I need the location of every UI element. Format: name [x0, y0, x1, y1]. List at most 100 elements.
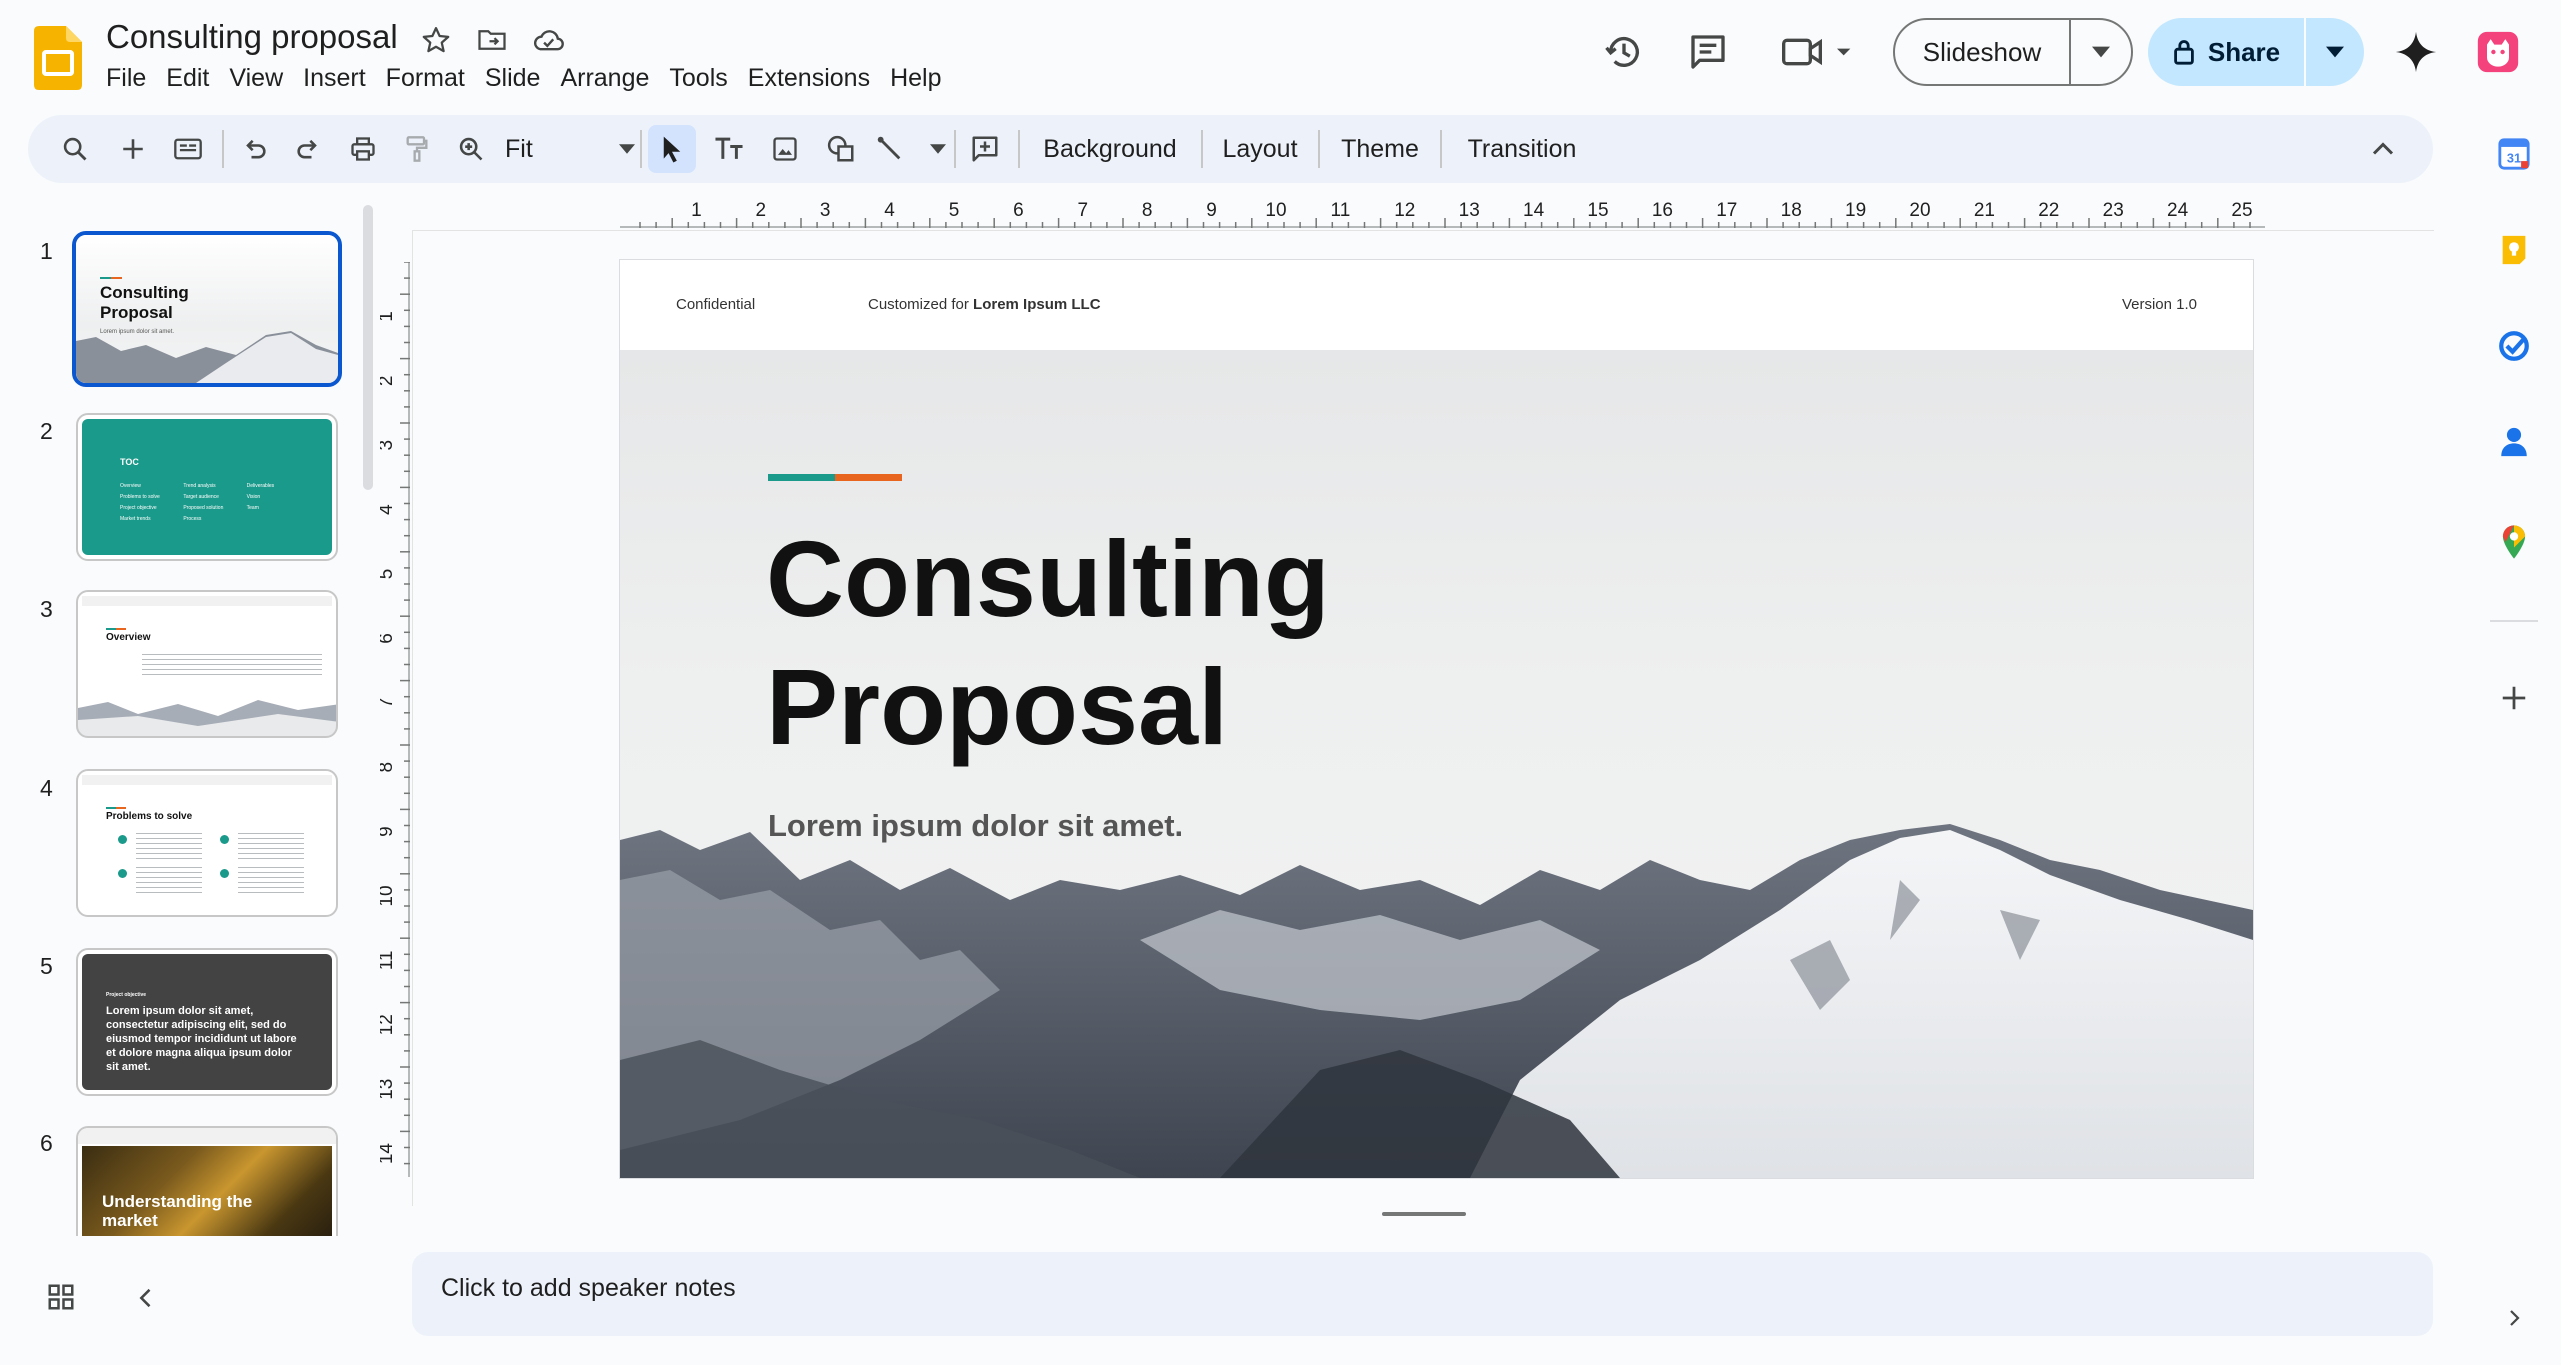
paint-format-icon[interactable]: [394, 115, 440, 183]
notes-resize-handle[interactable]: [1382, 1212, 1466, 1216]
slide-layout-icon[interactable]: [165, 115, 211, 183]
menu-bar: File Edit View Insert Format Slide Arran…: [106, 64, 952, 93]
toc-item: Proposed solution: [183, 505, 224, 511]
menu-view[interactable]: View: [219, 64, 293, 93]
new-slide-plus-icon[interactable]: [110, 115, 156, 183]
background-button[interactable]: Background: [1030, 115, 1190, 183]
transition-button[interactable]: Transition: [1452, 115, 1592, 183]
current-slide[interactable]: Confidential Customized for Lorem Ipsum …: [620, 260, 2253, 1178]
toc-item: Deliverables: [246, 483, 275, 489]
layout-button[interactable]: Layout: [1210, 115, 1310, 183]
account-avatar-icon[interactable]: [2470, 24, 2526, 80]
ruler-label: 23: [2103, 200, 2124, 221]
shape-icon[interactable]: [818, 115, 864, 183]
grid-view-icon[interactable]: [46, 1282, 82, 1318]
slide-header-band: Confidential Customized for Lorem Ipsum …: [620, 260, 2253, 350]
ruler-label: 13: [1459, 200, 1480, 221]
slide-thumbnail-5[interactable]: Project objective Lorem ipsum dolor sit …: [76, 948, 338, 1096]
client-name: Lorem Ipsum LLC: [973, 296, 1101, 313]
toolbar-divider: [640, 130, 642, 168]
menu-edit[interactable]: Edit: [156, 64, 219, 93]
ruler-label: 3: [820, 200, 831, 221]
filmstrip-scrollbar[interactable]: [363, 205, 373, 490]
menu-help[interactable]: Help: [880, 64, 951, 93]
share-options-chevron-icon[interactable]: [2304, 18, 2364, 86]
zoom-select[interactable]: Fit: [505, 115, 635, 183]
menu-extensions[interactable]: Extensions: [738, 64, 880, 93]
slide-thumbnail-1[interactable]: Consulting Proposal Lorem ipsum dolor si…: [72, 231, 342, 387]
slide-number: 1: [40, 238, 53, 264]
keep-icon[interactable]: [2490, 226, 2538, 274]
slide-thumbnail-3[interactable]: Overview: [76, 590, 338, 738]
slide-title[interactable]: Consulting Proposal: [766, 515, 1330, 771]
line-tool[interactable]: [876, 115, 946, 183]
ruler-label: 9: [1206, 200, 1217, 221]
ruler-label: 3: [380, 440, 397, 451]
mountain-range-image: [620, 824, 2253, 1178]
add-icon[interactable]: [2490, 674, 2538, 722]
undo-icon[interactable]: [232, 115, 278, 183]
print-icon[interactable]: [340, 115, 386, 183]
menu-insert[interactable]: Insert: [293, 64, 376, 93]
redo-icon[interactable]: [285, 115, 331, 183]
toolbar-divider: [1018, 130, 1020, 168]
ruler-label: 11: [1331, 200, 1351, 221]
comments-icon[interactable]: [1680, 24, 1736, 80]
toc-item: Overview: [120, 483, 141, 489]
hide-side-panel-chevron-right-icon[interactable]: [2490, 1294, 2538, 1342]
select-tool-icon[interactable]: [648, 115, 696, 183]
toc-item: Target audience: [183, 494, 219, 500]
confidential-label: Confidential: [676, 296, 756, 313]
slideshow-button[interactable]: Slideshow: [1893, 18, 2133, 86]
collapse-toolbar-chevron-up-icon[interactable]: [2360, 115, 2406, 183]
slide-thumbnail-4[interactable]: Problems to solve: [76, 769, 338, 917]
ruler-label: 15: [1587, 200, 1608, 221]
slideshow-options-chevron-icon[interactable]: [2069, 20, 2131, 84]
slide-thumbnail-6[interactable]: Understanding the market: [76, 1126, 338, 1236]
contacts-icon[interactable]: [2490, 418, 2538, 466]
ruler-label: 12: [380, 1014, 397, 1035]
star-icon[interactable]: [418, 22, 454, 58]
menu-arrange[interactable]: Arrange: [550, 64, 659, 93]
insert-comment-icon[interactable]: [962, 115, 1008, 183]
toolbar-divider: [1201, 130, 1203, 168]
slide-thumbnail-2[interactable]: TOC Overview Problems to solve Project o…: [76, 413, 338, 561]
search-menus-icon[interactable]: [52, 115, 98, 183]
menu-tools[interactable]: Tools: [659, 64, 737, 93]
menu-file[interactable]: File: [106, 64, 156, 93]
speaker-notes-placeholder[interactable]: Click to add speaker notes: [441, 1274, 736, 1303]
insert-image-icon[interactable]: [762, 115, 808, 183]
thumb-body: Lorem ipsum dolor sit amet, consectetur …: [106, 1005, 297, 1073]
toc-item: Problems to solve: [120, 494, 160, 500]
ruler-label: 14: [380, 1143, 397, 1165]
side-panel-divider: [2490, 620, 2538, 622]
horizontal-ruler[interactable]: 1 2 3 4 5 6 7 8 9 10 11 12 13 14 15 16 17 18 19 20 21 22 23 24 2…: [620, 198, 2265, 228]
gemini-sparkle-icon[interactable]: [2388, 24, 2444, 80]
theme-button[interactable]: Theme: [1328, 115, 1432, 183]
thumb-title: Understanding the market: [102, 1192, 253, 1230]
slide-number: 4: [40, 775, 53, 801]
vertical-ruler[interactable]: 1234567891011121314: [380, 262, 410, 1177]
thumb-title: Overview: [106, 632, 151, 643]
ruler-label: 21: [1974, 200, 1995, 221]
version-history-icon[interactable]: [1596, 24, 1652, 80]
zoom-value: Fit: [505, 134, 533, 163]
text-box-icon[interactable]: [706, 115, 752, 183]
collapse-filmstrip-chevron-left-icon[interactable]: [132, 1284, 168, 1320]
cloud-saved-icon[interactable]: [530, 22, 566, 58]
meet-camera-icon[interactable]: [1772, 24, 1862, 80]
title-line: Consulting: [766, 518, 1330, 639]
maps-icon[interactable]: [2490, 518, 2538, 566]
slides-logo-icon[interactable]: [34, 26, 82, 90]
calendar-icon[interactable]: 31: [2490, 130, 2538, 178]
ruler-label: 16: [1652, 200, 1673, 221]
move-folder-icon[interactable]: [474, 22, 510, 58]
zoom-icon[interactable]: [448, 115, 494, 183]
document-title[interactable]: Consulting proposal: [106, 18, 398, 56]
menu-format[interactable]: Format: [376, 64, 475, 93]
share-button[interactable]: Share: [2148, 18, 2364, 86]
ruler-label: 9: [380, 826, 397, 837]
accent-bar: [768, 474, 902, 481]
menu-slide[interactable]: Slide: [475, 64, 551, 93]
tasks-icon[interactable]: [2490, 322, 2538, 370]
